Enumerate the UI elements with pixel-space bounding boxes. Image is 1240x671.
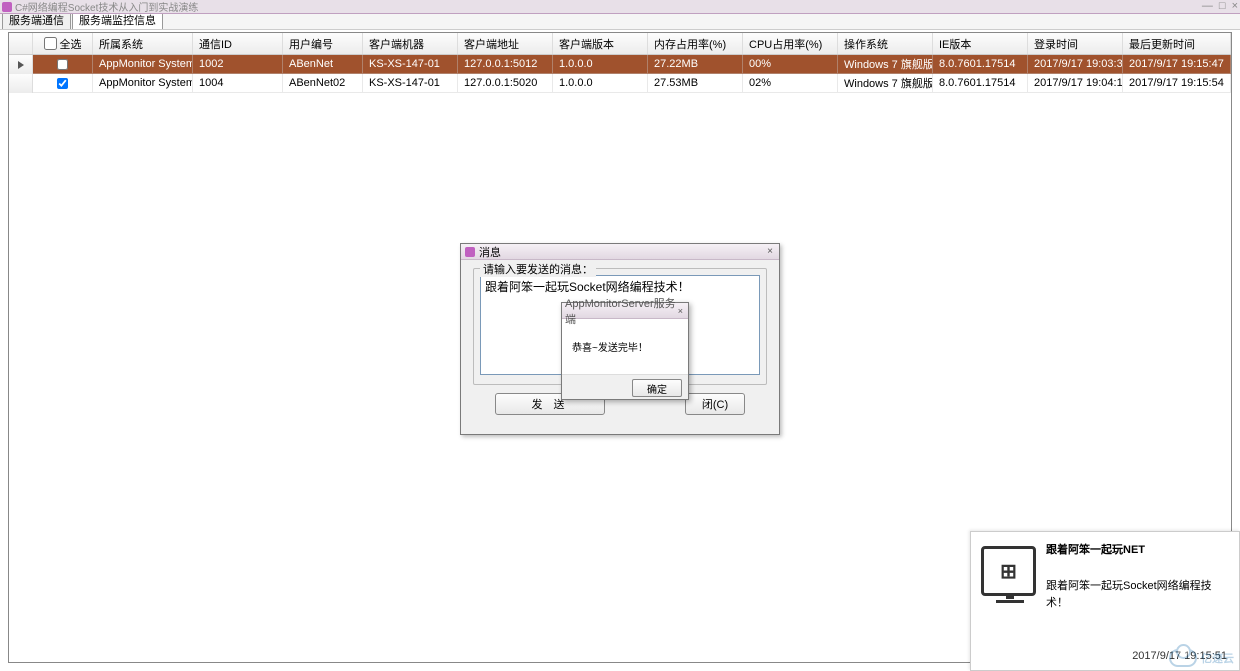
cell-ie: 8.0.7601.17514 [933,74,1028,93]
toast-line2: 跟着阿笨一起玩Socket网络编程技术！ [1046,578,1229,613]
cell-client: KS-XS-147-01 [363,74,458,93]
select-all-label: 全选 [60,36,82,52]
cell-client: KS-XS-147-01 [363,55,458,74]
cell-system: AppMonitor System [93,55,193,74]
fieldset-legend: 请输入要发送的消息： [480,261,596,277]
minimize-button[interactable]: — [1202,0,1213,12]
row-checkbox[interactable] [57,59,68,70]
confirm-dialog: AppMonitorServer服务端 × 恭喜~发送完毕！ 确定 [561,302,689,400]
maximize-button[interactable]: □ [1219,0,1226,12]
cell-cpu: 00% [743,55,838,74]
dialog-title: 消息 [479,244,501,260]
cell-mem: 27.22MB [648,55,743,74]
ok-button[interactable]: 确定 [632,379,682,397]
dialog-icon [465,247,475,257]
table-row[interactable]: AppMonitor System 1002 ABenNet KS-XS-147… [9,55,1231,74]
watermark-text: 亿速云 [1201,650,1234,666]
windows-logo-icon: ⊞ [1000,559,1017,584]
watermark: 亿速云 [1169,649,1234,667]
cell-mem: 27.53MB [648,74,743,93]
col-user-id[interactable]: 用户编号 [283,33,363,54]
confirm-title: AppMonitorServer服务端 [565,295,676,327]
cell-ver: 1.0.0.0 [553,74,648,93]
confirm-message: 恭喜~发送完毕！ [562,319,688,375]
confirm-titlebar[interactable]: AppMonitorServer服务端 × [562,303,688,319]
tab-strip: 服务端通信 服务端监控信息 [0,14,1240,30]
row-checkbox[interactable] [57,78,68,89]
col-ie-version[interactable]: IE版本 [933,33,1028,54]
col-client-host[interactable]: 客户端机器 [363,33,458,54]
toast-line1: 跟着阿笨一起玩NET [1046,542,1229,560]
cell-ver: 1.0.0.0 [553,55,648,74]
cell-os: Windows 7 旗舰版 [838,74,933,93]
col-client-addr[interactable]: 客户端地址 [458,33,553,54]
cell-comm-id: 1002 [193,55,283,74]
col-os[interactable]: 操作系统 [838,33,933,54]
col-comm-id[interactable]: 通信ID [193,33,283,54]
select-all-checkbox[interactable] [44,37,57,50]
close-button[interactable]: × [1232,0,1238,12]
table-row[interactable]: AppMonitor System 1004 ABenNet02 KS-XS-1… [9,74,1231,93]
cloud-icon [1169,649,1197,667]
cell-user-id: ABenNet [283,55,363,74]
monitor-icon: ⊞ [981,542,1036,660]
cell-cpu: 02% [743,74,838,93]
col-mem-usage[interactable]: 内存占用率(%) [648,33,743,54]
current-row-icon [18,61,24,69]
col-login-time[interactable]: 登录时间 [1028,33,1123,54]
row-selector-header [9,33,33,54]
col-update-time[interactable]: 最后更新时间 [1123,33,1231,54]
titlebar: C#网络编程Socket技术从入门到实战演练 — □ × [0,0,1240,14]
close-button[interactable]: 闭(C) [685,393,745,415]
window-controls: — □ × [1202,0,1238,12]
grid-body: AppMonitor System 1002 ABenNet KS-XS-147… [9,55,1231,93]
cell-os: Windows 7 旗舰版 [838,55,933,74]
cell-update: 2017/9/17 19:15:54 [1123,74,1231,93]
cell-addr: 127.0.0.1:5020 [458,74,553,93]
col-system[interactable]: 所属系统 [93,33,193,54]
cell-login: 2017/9/17 19:04:11 [1028,74,1123,93]
window-title: C#网络编程Socket技术从入门到实战演练 [15,0,198,14]
cell-system: AppMonitor System [93,74,193,93]
close-icon[interactable]: × [765,246,775,257]
dialog-titlebar[interactable]: 消息 × [461,244,779,260]
cell-comm-id: 1004 [193,74,283,93]
toast-text: 跟着阿笨一起玩NET 跟着阿笨一起玩Socket网络编程技术！ [1046,542,1229,660]
grid-header: 全选 所属系统 通信ID 用户编号 客户端机器 客户端地址 客户端版本 内存占用… [9,33,1231,55]
cell-ie: 8.0.7601.17514 [933,55,1028,74]
close-icon[interactable]: × [676,306,685,316]
cell-login: 2017/9/17 19:03:34 [1028,55,1123,74]
row-indicator [9,55,33,74]
cell-addr: 127.0.0.1:5012 [458,55,553,74]
col-select-all[interactable]: 全选 [33,33,93,54]
cell-user-id: ABenNet02 [283,74,363,93]
cell-update: 2017/9/17 19:15:47 [1123,55,1231,74]
row-indicator [9,74,33,93]
col-client-ver[interactable]: 客户端版本 [553,33,648,54]
col-cpu-usage[interactable]: CPU占用率(%) [743,33,838,54]
app-icon [2,2,12,12]
